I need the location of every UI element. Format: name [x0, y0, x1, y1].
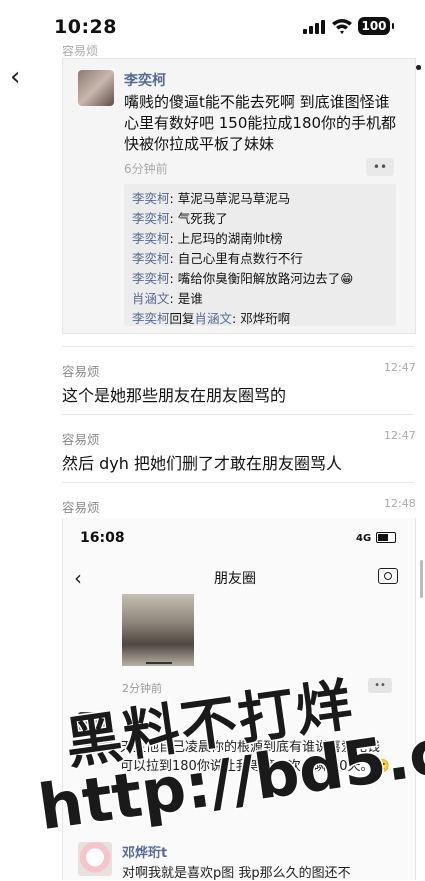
like-comment-button[interactable]: ••: [366, 158, 394, 176]
embedded-divider: [146, 662, 172, 664]
embedded-like-comment-icon: ••: [368, 678, 392, 693]
comment-item[interactable]: 李奕柯: 上尼玛的湖南帅t榜: [132, 228, 283, 247]
embedded-network-label: 4G: [356, 533, 372, 544]
comment-item[interactable]: 李奕柯: 草泥马草泥马草泥马: [132, 188, 290, 207]
embedded-title: 朋友圈: [214, 571, 256, 587]
record-sender: 容易烦: [62, 500, 100, 515]
moment-author[interactable]: 李奕柯: [124, 70, 166, 90]
comment-item[interactable]: 李奕柯: 自己心里有点数行不行: [132, 248, 303, 267]
embedded-avatar-hello-kitty: [78, 842, 112, 876]
comment-item[interactable]: 李奕柯: 嘴给你臭衡阳解放路河边去了😁: [132, 268, 353, 287]
battery-indicator: 100: [358, 17, 394, 35]
comment-list: 李奕柯: 草泥马草泥马草泥马 李奕柯: 气死我了 李奕柯: 上尼玛的湖南帅t榜 …: [124, 184, 396, 326]
record-time: 12:48: [384, 497, 416, 510]
comment-item[interactable]: 李奕柯: 气死我了: [132, 208, 228, 227]
back-chevron-icon[interactable]: ‹: [10, 62, 20, 92]
record-message[interactable]: 这个是她那些朋友在朋友圈骂的: [62, 382, 286, 406]
status-time: 10:28: [54, 16, 117, 38]
wifi-icon: [332, 19, 352, 34]
record-time: 12:47: [384, 429, 416, 442]
embedded-status-time: 16:08: [80, 530, 125, 546]
previous-sender-name: 容易烦: [62, 44, 99, 58]
divider: [62, 346, 414, 347]
moment-time: 6分钟前: [124, 162, 168, 176]
avatar[interactable]: [78, 70, 114, 106]
divider: [62, 414, 414, 415]
moment-text: 嘴贱的傻逼t能不能去死啊 到底谁图怪谁心里有数好吧 150能拉成180你的手机都…: [124, 93, 397, 153]
embedded-back-icon: ‹: [74, 566, 82, 590]
embedded-second-author: 邓烨珩t: [122, 846, 168, 861]
divider: [62, 482, 414, 483]
camera-icon: [378, 568, 398, 584]
embedded-second-text: 对啊我就是喜欢p图 我p那么久的图还不: [122, 866, 351, 881]
scrollbar[interactable]: [420, 560, 423, 598]
comment-item[interactable]: 肖涵文: 是谁: [132, 288, 203, 307]
record-sender: 容易烦: [62, 364, 100, 379]
record-sender: 容易烦: [62, 432, 100, 447]
record-time: 12:47: [384, 361, 416, 374]
embedded-post-image: [122, 594, 194, 666]
record-message[interactable]: 然后 dyh 把她们删了才敢在朋友圈骂人: [62, 450, 342, 474]
comment-reply[interactable]: 李奕柯回复肖涵文: 邓烨珩啊: [132, 308, 290, 327]
cellular-signal-icon: [303, 20, 325, 34]
embedded-battery-icon: [376, 532, 396, 543]
